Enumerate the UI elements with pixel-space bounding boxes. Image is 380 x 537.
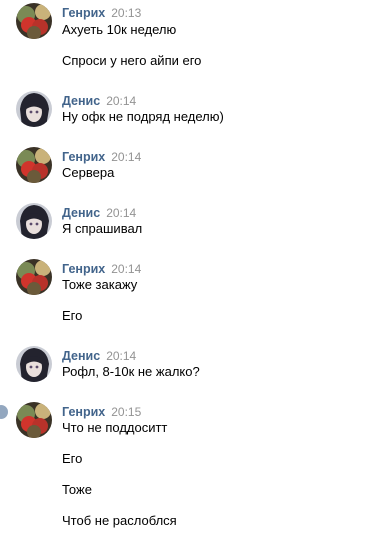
message-history: Генрих 20:13 Ахуеть 10к неделю Спроси у н… (0, 0, 380, 537)
message-text: Его (62, 451, 83, 466)
message-header: Генрих 20:15 (62, 404, 141, 420)
message-time[interactable]: 20:14 (106, 94, 136, 108)
author-name[interactable]: Генрих (62, 150, 105, 164)
message-header: Генрих 20:14 (62, 149, 141, 165)
message-time[interactable]: 20:14 (111, 262, 141, 276)
message-text: Его (62, 308, 83, 323)
message-header: Генрих 20:14 (62, 261, 141, 277)
author-name[interactable]: Генрих (62, 6, 105, 20)
message-text: Рофл, 8-10к не жалко? (62, 364, 200, 379)
author-name[interactable]: Генрих (62, 405, 105, 419)
message-text: Тоже (62, 482, 92, 497)
read-status-icon (0, 405, 8, 419)
message-time[interactable]: 20:14 (111, 150, 141, 164)
message-text: Чтоб не раслоблся (62, 513, 177, 528)
message-text: Тоже закажу (62, 277, 138, 292)
genrikh-avatar[interactable] (16, 402, 52, 438)
message-group: Денис 20:14 Рофл, 8-10к не жалко? (0, 346, 380, 386)
message-text: Ну офк не подряд неделю) (62, 109, 224, 124)
message-header: Генрих 20:13 (62, 5, 141, 21)
message-text: Ахуеть 10к неделю (62, 22, 177, 37)
message-text: Я спрашивал (62, 221, 143, 236)
message-text: Сервера (62, 165, 115, 180)
denis-avatar[interactable] (16, 346, 52, 382)
message-group: Генрих 20:15 Что не поддоситт Его Тоже Чт… (0, 402, 380, 534)
message-header: Денис 20:14 (62, 93, 136, 109)
message-group: Генрих 20:14 Сервера (0, 147, 380, 187)
message-time[interactable]: 20:14 (106, 206, 136, 220)
author-name[interactable]: Генрих (62, 262, 105, 276)
message-text: Спроси у него айпи его (62, 53, 202, 68)
author-name[interactable]: Денис (62, 94, 100, 108)
message-time[interactable]: 20:13 (111, 6, 141, 20)
author-name[interactable]: Денис (62, 349, 100, 363)
message-group: Генрих 20:13 Ахуеть 10к неделю Спроси у н… (0, 3, 380, 75)
genrikh-avatar[interactable] (16, 147, 52, 183)
genrikh-avatar[interactable] (16, 3, 52, 39)
message-group: Генрих 20:14 Тоже закажу Его (0, 259, 380, 329)
message-header: Денис 20:14 (62, 205, 136, 221)
message-group: Денис 20:14 Ну офк не подряд неделю) (0, 91, 380, 131)
message-group: Денис 20:14 Я спрашивал (0, 203, 380, 243)
message-time[interactable]: 20:14 (106, 349, 136, 363)
author-name[interactable]: Денис (62, 206, 100, 220)
genrikh-avatar[interactable] (16, 259, 52, 295)
message-time[interactable]: 20:15 (111, 405, 141, 419)
message-text: Что не поддоситт (62, 420, 168, 435)
denis-avatar[interactable] (16, 91, 52, 127)
denis-avatar[interactable] (16, 203, 52, 239)
message-header: Денис 20:14 (62, 348, 136, 364)
